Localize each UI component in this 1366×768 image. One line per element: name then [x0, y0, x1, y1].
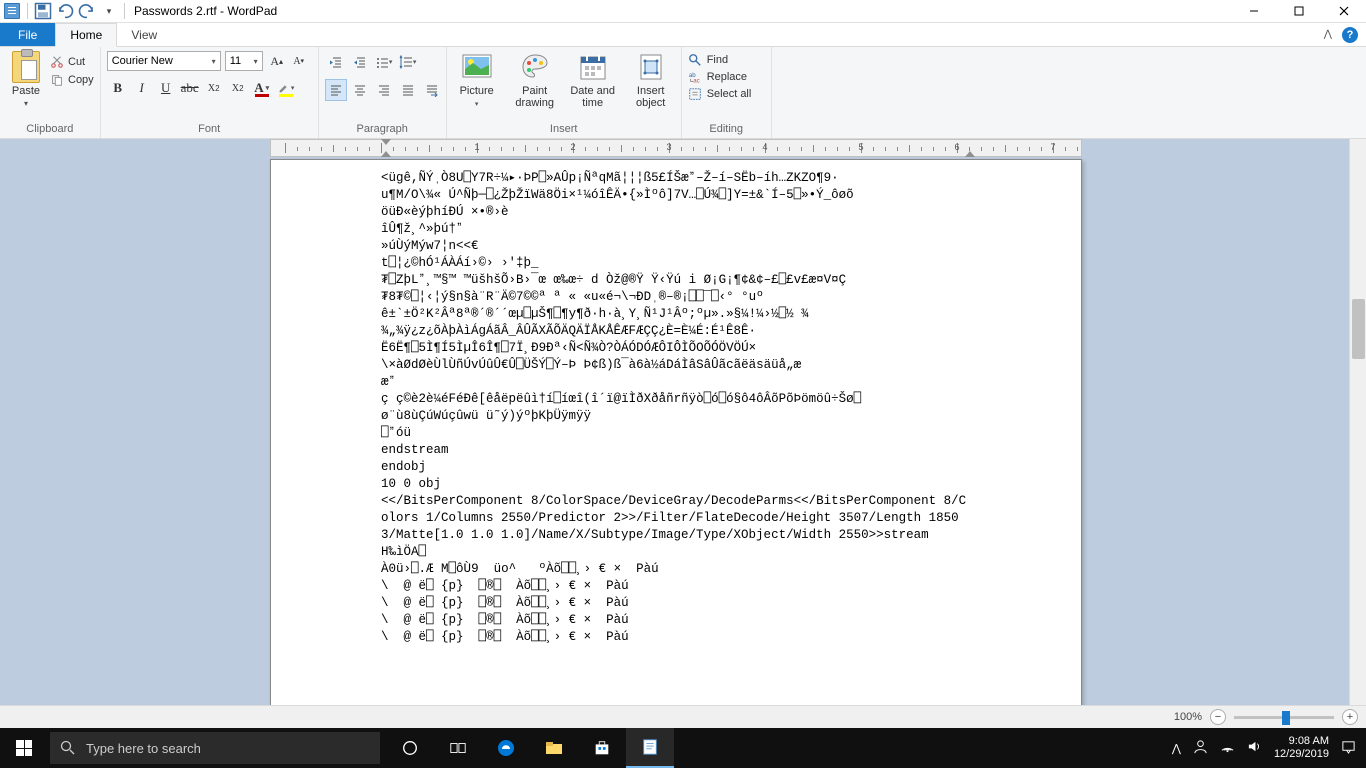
group-font: Courier New▾ 11▾ A▴ A▾ B I U abc X2 X2 A…	[101, 47, 319, 138]
collapse-ribbon-icon[interactable]: ⋀	[1324, 29, 1332, 40]
group-clipboard: Paste ▾ Cut Copy Clipboard	[0, 47, 101, 138]
italic-button[interactable]: I	[131, 77, 153, 99]
ruler[interactable]: 1234567	[270, 139, 1082, 157]
zoom-slider[interactable]	[1234, 716, 1334, 719]
minimize-button[interactable]	[1231, 0, 1276, 23]
file-explorer-icon[interactable]	[530, 728, 578, 768]
font-color-button[interactable]: A▾	[251, 77, 273, 99]
group-paragraph: ▾ ▾ Paragraph	[319, 47, 447, 138]
window-controls	[1231, 0, 1366, 23]
tray-clock[interactable]: 9:08 AM 12/29/2019	[1274, 735, 1329, 761]
replace-button[interactable]: abacReplace	[688, 70, 747, 84]
tab-view[interactable]: View	[117, 23, 171, 46]
first-line-indent-marker[interactable]	[381, 139, 391, 145]
calendar-icon	[577, 51, 609, 83]
justify-button[interactable]	[397, 79, 419, 101]
system-tray: ⋀ 9:08 AM 12/29/2019	[1172, 735, 1366, 761]
taskbar-apps	[386, 728, 674, 768]
undo-icon[interactable]	[55, 1, 75, 21]
wordpad-taskbar-icon[interactable]	[626, 728, 674, 768]
bold-button[interactable]: B	[107, 77, 129, 99]
decrease-indent-button[interactable]	[325, 51, 347, 73]
right-indent-marker[interactable]	[965, 151, 975, 157]
cut-button[interactable]: Cut	[50, 55, 94, 69]
align-left-button[interactable]	[325, 79, 347, 101]
strikethrough-button[interactable]: abc	[179, 77, 201, 99]
paste-icon	[12, 51, 40, 83]
underline-button[interactable]: U	[155, 77, 177, 99]
paragraph-dialog-button[interactable]	[421, 79, 443, 101]
redo-icon[interactable]	[77, 1, 97, 21]
tab-file[interactable]: File	[0, 23, 55, 46]
start-button[interactable]	[0, 728, 48, 768]
zoom-out-button[interactable]: −	[1210, 709, 1226, 725]
grow-font-button[interactable]: A▴	[267, 51, 287, 71]
bullets-button[interactable]: ▾	[373, 51, 395, 73]
document-area: 1234567 <ügê,ÑÝˌÒ8U⎕Y7R÷¼▸·ÞP⎕»AÛp¡ÑªqMã…	[0, 139, 1366, 705]
help-icon[interactable]: ?	[1342, 27, 1358, 43]
select-all-button[interactable]: Select all	[688, 87, 752, 101]
insert-object-button[interactable]: Insert object	[627, 51, 675, 109]
ribbon-tabs: File Home View ⋀ ?	[0, 23, 1366, 47]
window-title: Passwords 2.rtf - WordPad	[128, 4, 277, 18]
quick-access-toolbar: ▾	[0, 1, 128, 21]
close-button[interactable]	[1321, 0, 1366, 23]
group-insert: Picture▾ Paint drawing Date and time Ins…	[447, 47, 682, 138]
titlebar: ▾ Passwords 2.rtf - WordPad	[0, 0, 1366, 23]
insert-picture-button[interactable]: Picture▾	[453, 51, 501, 109]
paste-button[interactable]: Paste ▾	[6, 51, 46, 108]
tray-chevron-icon[interactable]: ⋀	[1172, 742, 1181, 755]
search-placeholder: Type here to search	[86, 741, 201, 756]
highlight-button[interactable]: ▾	[275, 77, 297, 99]
cortana-icon[interactable]	[386, 728, 434, 768]
tray-network-icon[interactable]	[1220, 739, 1235, 757]
edge-icon[interactable]	[482, 728, 530, 768]
align-center-button[interactable]	[349, 79, 371, 101]
task-view-icon[interactable]	[434, 728, 482, 768]
copy-button[interactable]: Copy	[50, 73, 94, 87]
find-button[interactable]: Find	[688, 53, 728, 67]
tray-notifications-icon[interactable]	[1341, 739, 1356, 757]
align-right-button[interactable]	[373, 79, 395, 101]
vertical-scrollbar[interactable]	[1349, 139, 1366, 705]
ribbon: Paste ▾ Cut Copy Clipboard Courier New▾ …	[0, 47, 1366, 139]
save-icon[interactable]	[33, 1, 53, 21]
paint-icon	[519, 51, 551, 83]
svg-text:ac: ac	[693, 77, 699, 84]
windows-logo-icon	[16, 740, 32, 756]
status-bar: 100% − +	[0, 705, 1366, 728]
group-editing: Find abacReplace Select all Editing	[682, 47, 772, 138]
wordpad-icon	[4, 3, 20, 19]
taskbar-search[interactable]: Type here to search	[50, 732, 380, 764]
zoom-in-button[interactable]: +	[1342, 709, 1358, 725]
line-spacing-button[interactable]: ▾	[397, 51, 419, 73]
font-size-combo[interactable]: 11▾	[225, 51, 263, 71]
search-icon	[60, 740, 76, 756]
hanging-indent-marker[interactable]	[381, 151, 391, 157]
tab-home[interactable]: Home	[55, 23, 117, 47]
font-name-combo[interactable]: Courier New▾	[107, 51, 221, 71]
store-icon[interactable]	[578, 728, 626, 768]
scrollbar-thumb[interactable]	[1352, 299, 1365, 359]
document-page[interactable]: <ügê,ÑÝˌÒ8U⎕Y7R÷¼▸·ÞP⎕»AÛp¡ÑªqMã¦¦¦ß5£ÍŠ…	[270, 159, 1082, 705]
shrink-font-button[interactable]: A▾	[289, 51, 309, 71]
maximize-button[interactable]	[1276, 0, 1321, 23]
increase-indent-button[interactable]	[349, 51, 371, 73]
superscript-button[interactable]: X2	[227, 77, 249, 99]
insert-datetime-button[interactable]: Date and time	[569, 51, 617, 109]
zoom-label: 100%	[1174, 711, 1202, 723]
subscript-button[interactable]: X2	[203, 77, 225, 99]
taskbar: Type here to search ⋀ 9:08 AM 12/29/2019	[0, 728, 1366, 768]
picture-icon	[461, 51, 493, 83]
tray-volume-icon[interactable]	[1247, 739, 1262, 757]
document-text[interactable]: <ügê,ÑÝˌÒ8U⎕Y7R÷¼▸·ÞP⎕»AÛp¡ÑªqMã¦¦¦ß5£ÍŠ…	[381, 170, 971, 646]
tray-people-icon[interactable]	[1193, 739, 1208, 757]
object-icon	[635, 51, 667, 83]
qat-customize-icon[interactable]: ▾	[99, 1, 119, 21]
insert-paint-button[interactable]: Paint drawing	[511, 51, 559, 109]
